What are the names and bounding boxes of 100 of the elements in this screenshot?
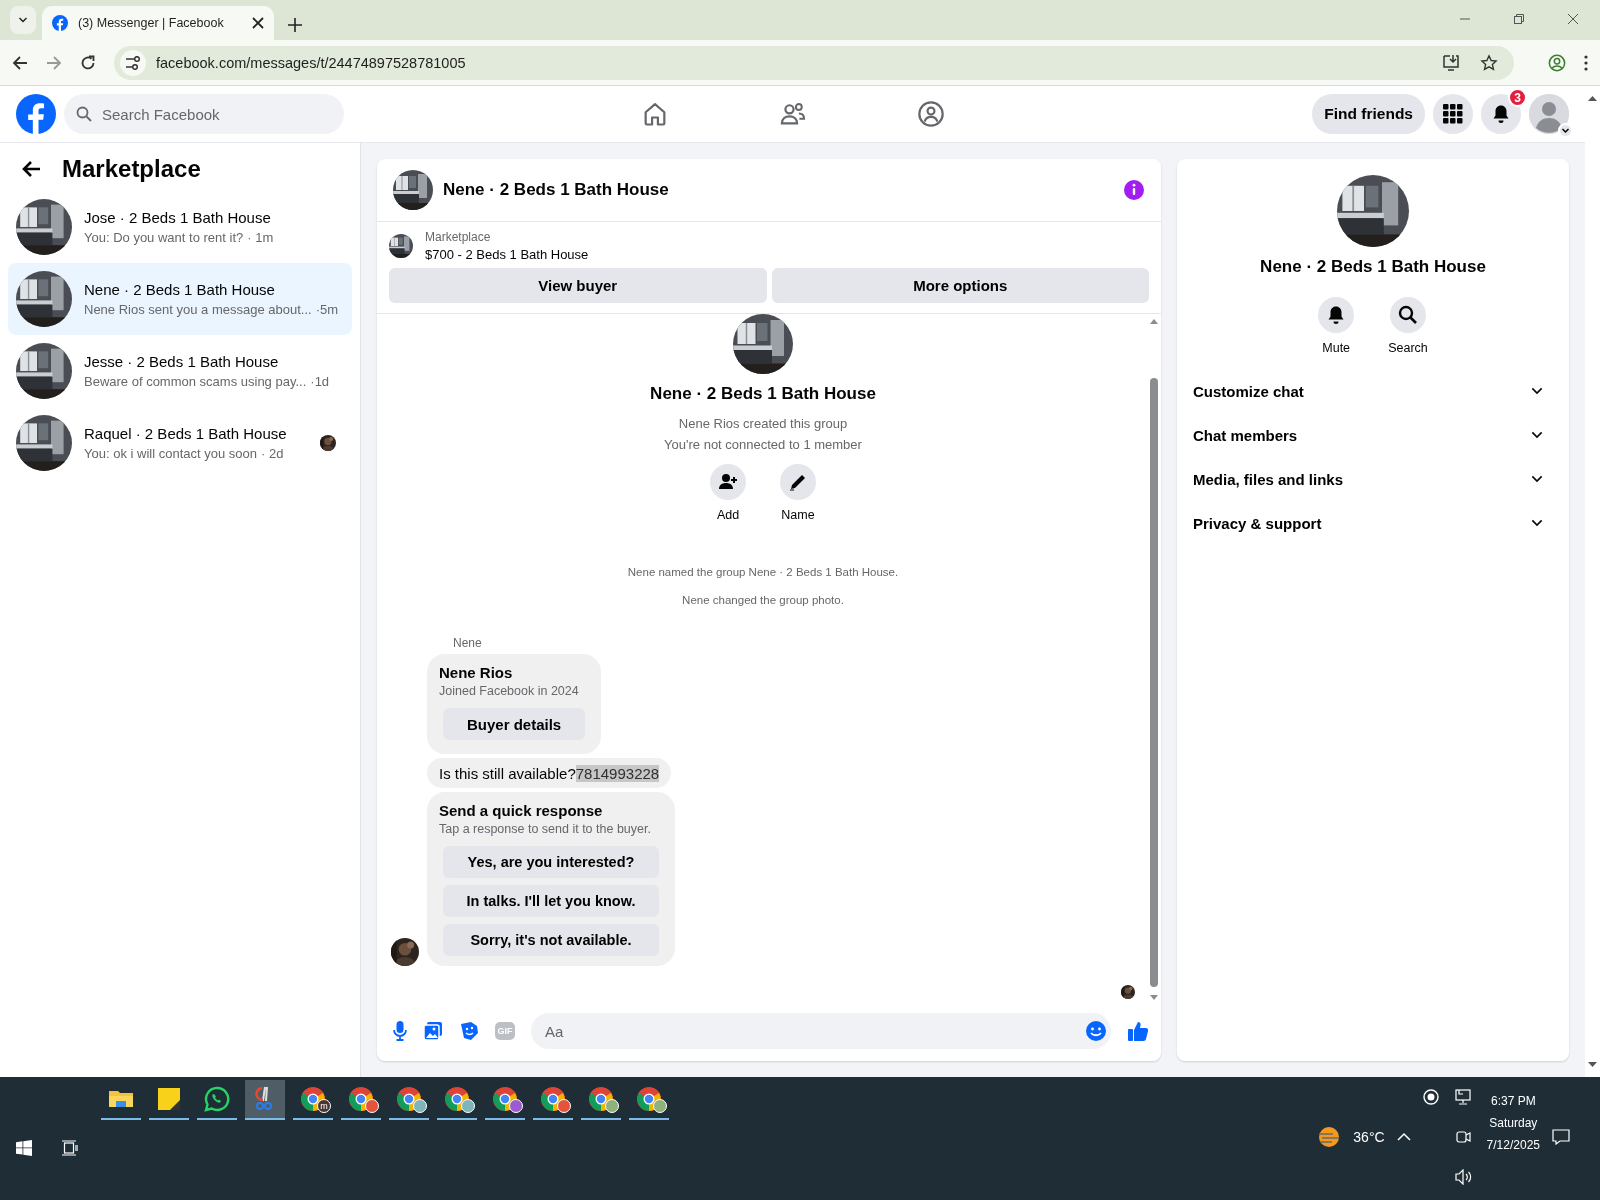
back-icon[interactable] <box>12 54 28 71</box>
photo-icon[interactable] <box>423 1021 443 1041</box>
task-view-icon[interactable] <box>62 1140 78 1156</box>
tab-title: (3) Messenger | Facebook <box>78 16 225 30</box>
forward-icon[interactable] <box>46 54 62 71</box>
event-message: Nene named the group Nene · 2 Beds 1 Bath House. <box>627 566 899 578</box>
chat-title: Nene · 2 Beds 1 Bath House <box>443 180 670 200</box>
page-title: Marketplace <box>62 155 201 183</box>
section-toggle[interactable]: Chat members <box>1193 413 1553 457</box>
card-title: Send a quick response <box>439 802 604 819</box>
caret-icon <box>1561 126 1570 135</box>
message-field[interactable]: Aa <box>543 1021 1085 1041</box>
action-label: Mute <box>1322 341 1351 355</box>
message-time: ·5m <box>315 302 339 317</box>
new-tab-icon[interactable] <box>288 18 302 32</box>
network-icon[interactable] <box>1454 1089 1471 1105</box>
volume-icon[interactable] <box>1454 1169 1473 1185</box>
bell-icon <box>1491 104 1511 124</box>
close-icon[interactable] <box>252 17 264 29</box>
microphone-icon[interactable] <box>393 1021 407 1041</box>
chat-item[interactable]: Nene · 2 Beds 1 Bath House Nene Rios sent you a message about... ·5m <box>8 263 352 335</box>
search-icon <box>1398 305 1418 325</box>
taskbar-button[interactable]: m <box>293 1080 333 1120</box>
buyer-details-button[interactable]: Buyer details <box>443 708 586 740</box>
sticker-icon[interactable] <box>459 1021 479 1041</box>
restore-icon[interactable] <box>1514 14 1524 24</box>
message-time: ·1d <box>310 374 330 389</box>
weather-icon[interactable] <box>1317 1125 1342 1149</box>
message-preview: Beware of common scams using pay... <box>84 374 307 389</box>
thumbs-up-icon[interactable] <box>1127 1020 1149 1042</box>
chat-name: Nene · 2 Beds 1 Bath House <box>84 281 276 298</box>
emoji-icon[interactable] <box>1085 1020 1107 1042</box>
section-toggle[interactable]: Media, files and links <box>1193 457 1553 501</box>
scroll-up-icon[interactable] <box>1585 94 1600 102</box>
chat-name: Jesse · 2 Beds 1 Bath House <box>84 353 280 370</box>
site-logo-icon[interactable] <box>16 94 56 134</box>
message-time: · 1m <box>247 230 274 245</box>
reload-icon[interactable] <box>80 54 96 71</box>
listing-button[interactable]: More options <box>771 268 1149 303</box>
listing-button[interactable]: View buyer <box>389 268 767 303</box>
find-friends-button[interactable]: Find friends <box>1312 94 1425 134</box>
message-preview: Nene Rios sent you a message about... <box>84 302 312 317</box>
quick-reply-button[interactable]: In talks. I'll let you know. <box>443 885 659 917</box>
rename-button[interactable] <box>780 464 816 500</box>
group-info: Nene Rios created this group <box>678 416 848 431</box>
note-icon <box>155 1085 183 1113</box>
message-preview: You: Do you want to rent it? <box>84 230 244 245</box>
group-icon[interactable] <box>916 100 945 128</box>
quick-reply-button[interactable]: Sorry, it's not available. <box>443 924 659 956</box>
address-bar[interactable]: facebook.com/messages/t/24474897528781005 <box>114 45 1514 80</box>
browser-icon <box>299 1085 327 1113</box>
notification-icon[interactable] <box>1552 1129 1570 1145</box>
apps-button[interactable] <box>1433 94 1473 134</box>
search-button[interactable] <box>1390 297 1426 333</box>
menu-icon[interactable] <box>1584 54 1588 71</box>
install-icon[interactable] <box>1442 53 1460 72</box>
scroll-down-icon[interactable] <box>1585 1061 1600 1069</box>
profile-icon[interactable] <box>1548 53 1566 72</box>
card-subtitle: Tap a response to send it to the buyer. <box>439 822 652 836</box>
temperature: 36°C <box>1353 1129 1385 1145</box>
section-toggle[interactable]: Privacy & support <box>1193 501 1553 545</box>
pencil-icon <box>788 472 808 492</box>
selected-text: 7814993228 <box>575 765 660 782</box>
scroll-down-icon[interactable] <box>1149 995 1159 1001</box>
account-button[interactable] <box>1529 94 1569 134</box>
star-icon[interactable] <box>1480 53 1498 72</box>
scroll-thumb[interactable] <box>1150 378 1158 987</box>
camera-icon[interactable] <box>1454 1129 1471 1145</box>
back-icon[interactable] <box>22 159 42 179</box>
mute-button[interactable] <box>1318 297 1355 333</box>
search-field[interactable]: Search Facebook <box>100 104 320 124</box>
chat-item[interactable]: Jesse · 2 Beds 1 Bath House Beware of common scams using pay... ·1d <box>8 335 352 407</box>
add-member-button[interactable] <box>710 464 746 500</box>
scroll-up-icon[interactable] <box>1149 318 1159 324</box>
clock-time: 6:37 PM <box>1489 1095 1537 1107</box>
chat-item[interactable]: Jose · 2 Beds 1 Bath House You: Do you want to rent it? · 1m <box>8 191 352 263</box>
profile-name: Nene Rios <box>439 664 514 681</box>
message-preview: You: ok i will contact you soon <box>84 446 257 461</box>
listing-title: $700 - 2 Beds 1 Bath House <box>425 247 589 262</box>
chat-name: Raquel · 2 Beds 1 Bath House <box>84 425 288 442</box>
chat-item[interactable]: Raquel · 2 Beds 1 Bath House You: ok i will contact you soon · 2d <box>8 407 352 479</box>
event-message: Nene changed the group photo. <box>682 594 844 606</box>
site-logo-icon <box>52 15 68 31</box>
browser-tab[interactable]: (3) Messenger | Facebook <box>42 6 274 40</box>
start-icon[interactable] <box>16 1140 32 1156</box>
notification-count: 3 <box>1508 88 1527 107</box>
listing-label: Marketplace <box>425 230 492 244</box>
site-settings-icon[interactable] <box>125 55 141 70</box>
message-time: · 2d <box>260 446 284 461</box>
message-composer[interactable]: Aa <box>531 1013 1111 1049</box>
action-label: Search <box>1388 341 1428 355</box>
quick-reply-button[interactable]: Yes, are you interested? <box>443 846 659 878</box>
section-toggle[interactable]: Customize chat <box>1193 369 1553 413</box>
chat-name: Jose · 2 Beds 1 Bath House <box>84 209 272 226</box>
search-bar[interactable]: Search Facebook <box>64 94 344 134</box>
group-info: You're not connected to 1 member <box>664 437 862 452</box>
message-text: Is this still available? <box>439 765 576 782</box>
info-icon[interactable] <box>1123 179 1145 201</box>
record-icon[interactable] <box>1422 1089 1439 1105</box>
chevron-up-icon[interactable] <box>1396 1132 1411 1142</box>
